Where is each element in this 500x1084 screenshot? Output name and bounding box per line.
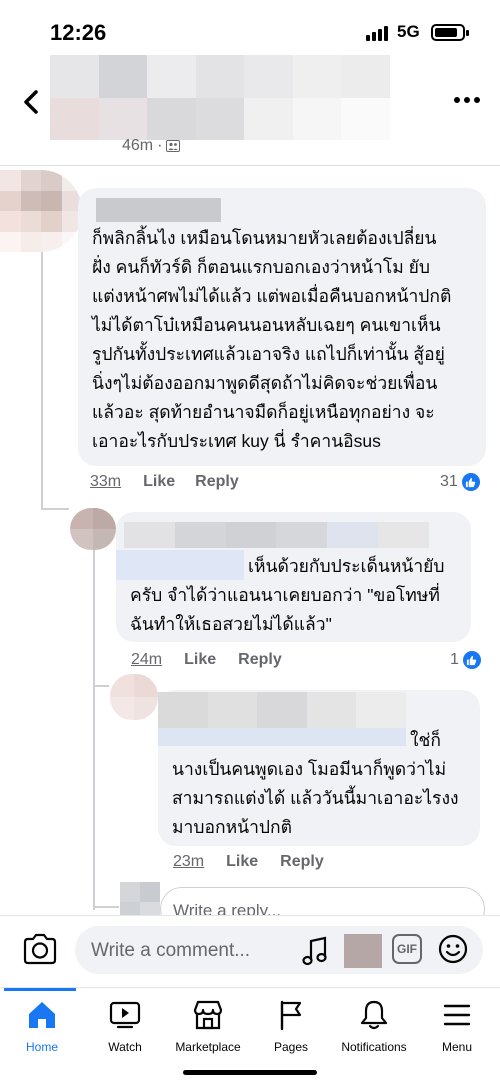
- avatar[interactable]: [70, 508, 116, 550]
- home-icon: [29, 1002, 55, 1028]
- watch-icon: [109, 1001, 141, 1029]
- reply-button[interactable]: Reply: [195, 473, 239, 491]
- thread-line: [93, 685, 109, 687]
- post-time: 46m: [122, 137, 154, 154]
- thumbs-up-icon: [462, 651, 481, 669]
- like-button[interactable]: Like: [226, 853, 258, 871]
- blurred-commenter-name: [158, 692, 406, 728]
- home-indicator: [183, 1070, 317, 1075]
- thread-line: [41, 240, 43, 510]
- blurred-commenter-name: [96, 198, 221, 222]
- bottom-tab-bar: Home Watch Marketplace Pages Notificatio…: [0, 987, 500, 1083]
- active-tab-indicator: [4, 988, 76, 991]
- emoji-icon[interactable]: [438, 934, 468, 964]
- blurred-commenter-name: [124, 522, 429, 548]
- comment-actions: 24m Like Reply: [131, 651, 282, 669]
- pages-flag-icon: [280, 1000, 302, 1031]
- blurred-author-name: [50, 55, 390, 140]
- post-header: 46m ·: [0, 55, 500, 155]
- comment-bubble[interactable]: เห็นด้วยกับประเด็นหน้ายับ ครับ จำได้ว่าแ…: [116, 512, 471, 642]
- comment-placeholder: Write a comment...: [91, 940, 251, 961]
- sticker-icon[interactable]: [344, 934, 382, 968]
- post-meta: 46m ·: [122, 137, 181, 155]
- reaction-count[interactable]: 31: [440, 473, 480, 491]
- tab-watch[interactable]: Watch: [83, 988, 167, 1084]
- status-bar: 12:26 5G: [0, 0, 500, 60]
- like-button[interactable]: Like: [143, 473, 175, 491]
- marketplace-icon: [193, 1000, 223, 1030]
- comment-composer: Write a comment... GIF: [0, 915, 500, 987]
- music-note-icon[interactable]: [302, 936, 328, 966]
- tab-menu[interactable]: Menu: [415, 988, 499, 1084]
- comment-bubble[interactable]: ก็พลิกลิ้นไง เหมือนโดนหมายหัวเลยต้องเปลี…: [78, 188, 486, 466]
- thread-line: [41, 508, 69, 510]
- like-button[interactable]: Like: [184, 651, 216, 669]
- comment-bubble[interactable]: ใช่ก็ นางเป็นคนพูดเอง โมอมีนาก็พูดว่าไม่…: [158, 690, 480, 846]
- friends-icon: [166, 140, 181, 152]
- thread-line: [93, 906, 119, 908]
- divider: [0, 165, 500, 166]
- camera-icon[interactable]: [22, 933, 58, 965]
- comment-text: ใช่ก็ นางเป็นคนพูดเอง โมอมีนาก็พูดว่าไม่…: [172, 730, 459, 837]
- thread-line: [93, 548, 95, 910]
- signal-icon: [366, 26, 388, 41]
- reply-button[interactable]: Reply: [280, 853, 324, 871]
- comment-time[interactable]: 23m: [173, 853, 204, 871]
- back-chevron-icon[interactable]: [20, 89, 42, 115]
- bell-icon: [360, 1000, 388, 1030]
- network-type: 5G: [397, 22, 420, 41]
- more-dots-icon[interactable]: [454, 97, 484, 107]
- comment-actions: 33m Like Reply: [90, 473, 239, 491]
- comment-time[interactable]: 33m: [90, 473, 121, 491]
- avatar[interactable]: [110, 674, 158, 720]
- comment-time[interactable]: 24m: [131, 651, 162, 669]
- comment-text: เห็นด้วยกับประเด็นหน้ายับ ครับ จำได้ว่าแ…: [130, 556, 445, 634]
- thumbs-up-icon: [461, 473, 480, 491]
- status-time: 12:26: [50, 20, 107, 45]
- avatar[interactable]: [0, 170, 82, 252]
- tab-home[interactable]: Home: [0, 988, 84, 1084]
- tab-notifications[interactable]: Notifications: [332, 988, 416, 1084]
- comment-text: ก็พลิกลิ้นไง เหมือนโดนหมายหัวเลยต้องเปลี…: [92, 228, 452, 451]
- comment-actions: 23m Like Reply: [173, 853, 324, 871]
- reaction-count[interactable]: 1: [450, 651, 481, 669]
- battery-icon: [431, 24, 469, 41]
- reply-button[interactable]: Reply: [238, 651, 282, 669]
- menu-icon: [443, 1004, 471, 1026]
- gif-icon[interactable]: GIF: [392, 934, 422, 964]
